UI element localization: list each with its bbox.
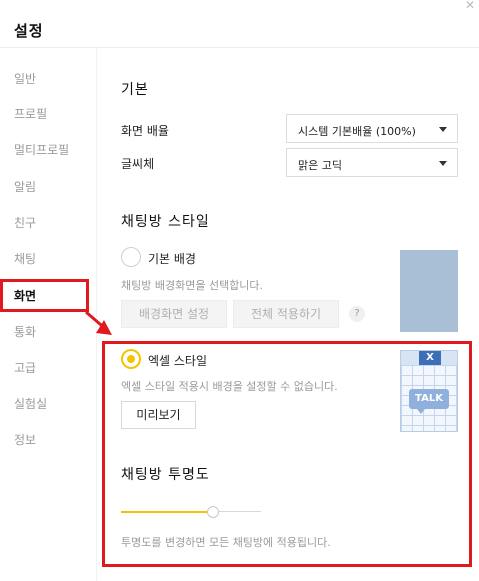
annotation-arrow-icon <box>85 310 112 335</box>
